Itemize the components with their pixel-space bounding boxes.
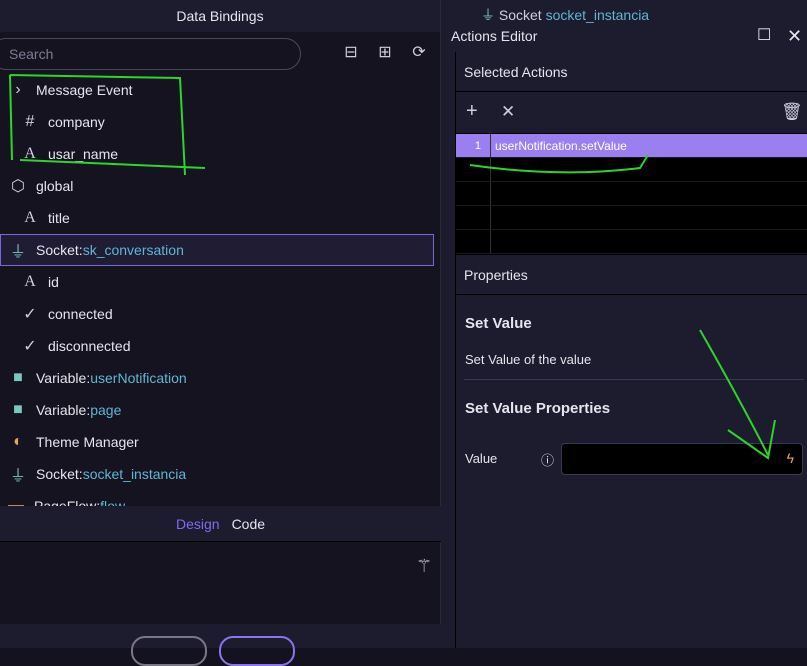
tree-item-socket-instancia[interactable]: ⏚Socket: socket_instancia (0, 458, 441, 490)
tree-item-pageflow[interactable]: ▬PageFlow: flow (0, 490, 441, 506)
check-icon: ✓ (20, 336, 40, 356)
chevron-right-icon: › (8, 81, 28, 99)
variable-icon: ■ (8, 369, 28, 387)
tree-item-company[interactable]: #company (0, 106, 441, 138)
tree-item-connected[interactable]: ✓connected (0, 298, 441, 330)
set-value-description: Set Value of the value (456, 352, 807, 367)
theme-icon: ◐ (8, 433, 28, 451)
tab-code[interactable]: Code (232, 516, 265, 532)
data-bindings-panel: Data Bindings Search ⊟ ⊞ ⟳ ›Message Even… (0, 0, 441, 648)
tree-item-global[interactable]: ⬡global (0, 170, 441, 202)
plug-icon: ⏚ (8, 462, 28, 486)
empty-row (456, 182, 807, 206)
tree-item-socket-sk-conversation[interactable]: ⏚Socket: sk_conversation (0, 234, 434, 266)
actions-list: 1userNotification.setValue (456, 134, 807, 254)
cancel-button[interactable] (131, 636, 207, 666)
add-icon[interactable]: + (466, 100, 478, 123)
text-icon: A (20, 209, 40, 227)
remove-icon[interactable]: ✕ (501, 102, 515, 122)
variable-icon: ■ (8, 401, 28, 419)
set-value-properties-title: Set Value Properties (456, 400, 807, 417)
close-icon[interactable]: ✕ (787, 20, 802, 52)
check-icon: ✓ (20, 304, 40, 324)
trash-icon[interactable]: 🗑 (781, 102, 803, 122)
refresh-icon[interactable]: ⟳ (410, 44, 428, 62)
value-input[interactable]: ϟ (561, 443, 803, 475)
section-properties: Properties (456, 254, 807, 295)
set-value-title: Set Value (456, 315, 807, 332)
tree-item-variable-usernotification[interactable]: ■Variable: userNotification (0, 362, 441, 394)
tree-item-variable-page[interactable]: ■Variable: page (0, 394, 441, 426)
value-label: Value (465, 451, 497, 466)
bindings-tree: ›Message Event #company Ausar_name ⬡glob… (0, 74, 441, 506)
ok-button[interactable] (219, 636, 295, 666)
actions-toolbar: + ✕ 🗑 (456, 92, 807, 134)
tree-item-disconnected[interactable]: ✓disconnected (0, 330, 441, 362)
bolt-icon[interactable]: ϟ (787, 450, 794, 466)
window-title-bar: Actions Editor ☐ ✕ (441, 20, 807, 52)
search-input[interactable]: Search (0, 38, 301, 70)
section-selected-actions: Selected Actions (456, 52, 807, 92)
actions-editor-window: ⏚ Socket socket_instancia Actions Editor… (441, 0, 807, 648)
info-icon[interactable]: ⓘ (541, 450, 554, 469)
panel-title: Data Bindings (0, 0, 440, 32)
tree-item-theme-manager[interactable]: ◐Theme Manager (0, 426, 441, 458)
tree-item-usar-name[interactable]: Ausar_name (0, 138, 441, 170)
magic-wand-icon[interactable]: ⚚ (416, 556, 432, 577)
empty-row (456, 206, 807, 230)
tree-item-message-event[interactable]: ›Message Event (0, 74, 441, 106)
actions-editor-body: Selected Actions + ✕ 🗑 1userNotification… (455, 52, 807, 648)
plug-icon: ⏚ (8, 238, 28, 262)
tree-item-id[interactable]: Aid (0, 266, 441, 298)
text-icon: A (20, 273, 40, 291)
value-row: Value ⓘ ϟ (465, 443, 805, 475)
action-row[interactable]: 1userNotification.setValue (456, 134, 807, 158)
editor-tabs: Design Code (0, 506, 441, 542)
empty-row (456, 230, 807, 254)
tree-item-title[interactable]: Atitle (0, 202, 441, 234)
text-icon: A (20, 145, 40, 163)
hash-icon: # (20, 113, 40, 131)
cube-icon: ⬡ (8, 176, 28, 196)
tab-design[interactable]: Design (176, 516, 220, 532)
maximize-icon[interactable]: ☐ (757, 20, 771, 52)
divider (464, 379, 804, 380)
flow-icon: ▬ (6, 497, 26, 506)
empty-row (456, 158, 807, 182)
collapse-all-icon[interactable]: ⊟ (342, 44, 360, 62)
expand-all-icon[interactable]: ⊞ (376, 44, 394, 62)
